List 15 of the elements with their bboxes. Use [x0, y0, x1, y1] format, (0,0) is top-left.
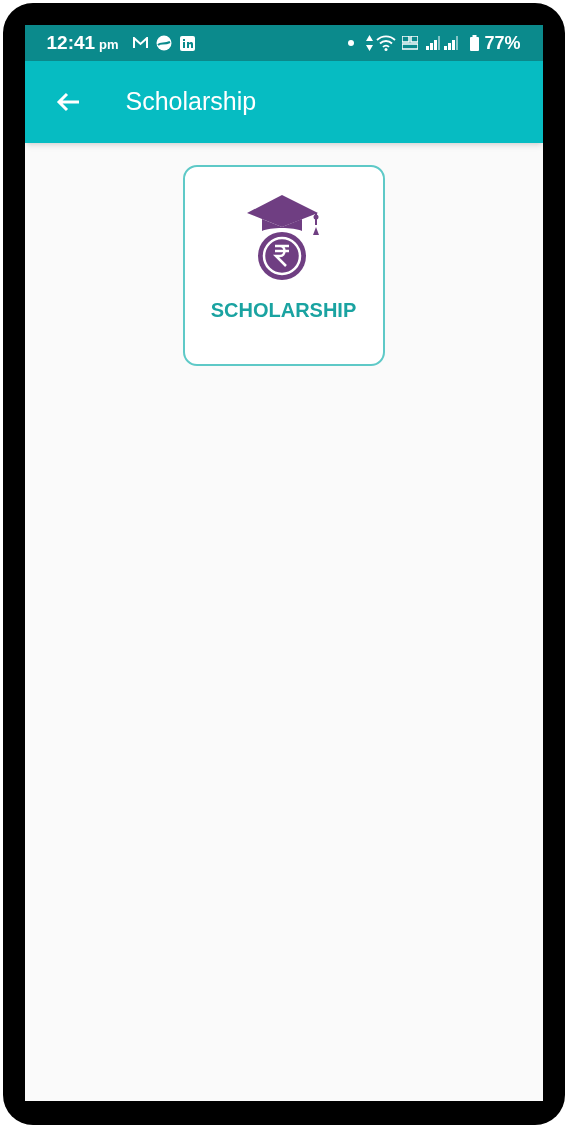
dot-icon — [348, 40, 355, 46]
clock-period: pm — [99, 36, 119, 55]
app-bar-title: Scholarship — [125, 86, 257, 118]
mail-icon — [132, 37, 148, 49]
data-arrows-icon — [366, 35, 374, 51]
back-arrow-icon — [55, 92, 80, 112]
battery-icon — [470, 35, 480, 51]
tile-label: SCHOLARSHIP — [210, 298, 357, 323]
wifi-icon — [376, 35, 397, 51]
circle-icon — [155, 35, 172, 51]
scholarship-tile[interactable]: SCHOLARSHIP — [182, 165, 385, 366]
linkedin-icon — [179, 35, 195, 51]
signal-icon — [426, 36, 461, 50]
clock-time: 12:41 — [46, 30, 96, 55]
battery-percent: 77% — [484, 31, 521, 55]
